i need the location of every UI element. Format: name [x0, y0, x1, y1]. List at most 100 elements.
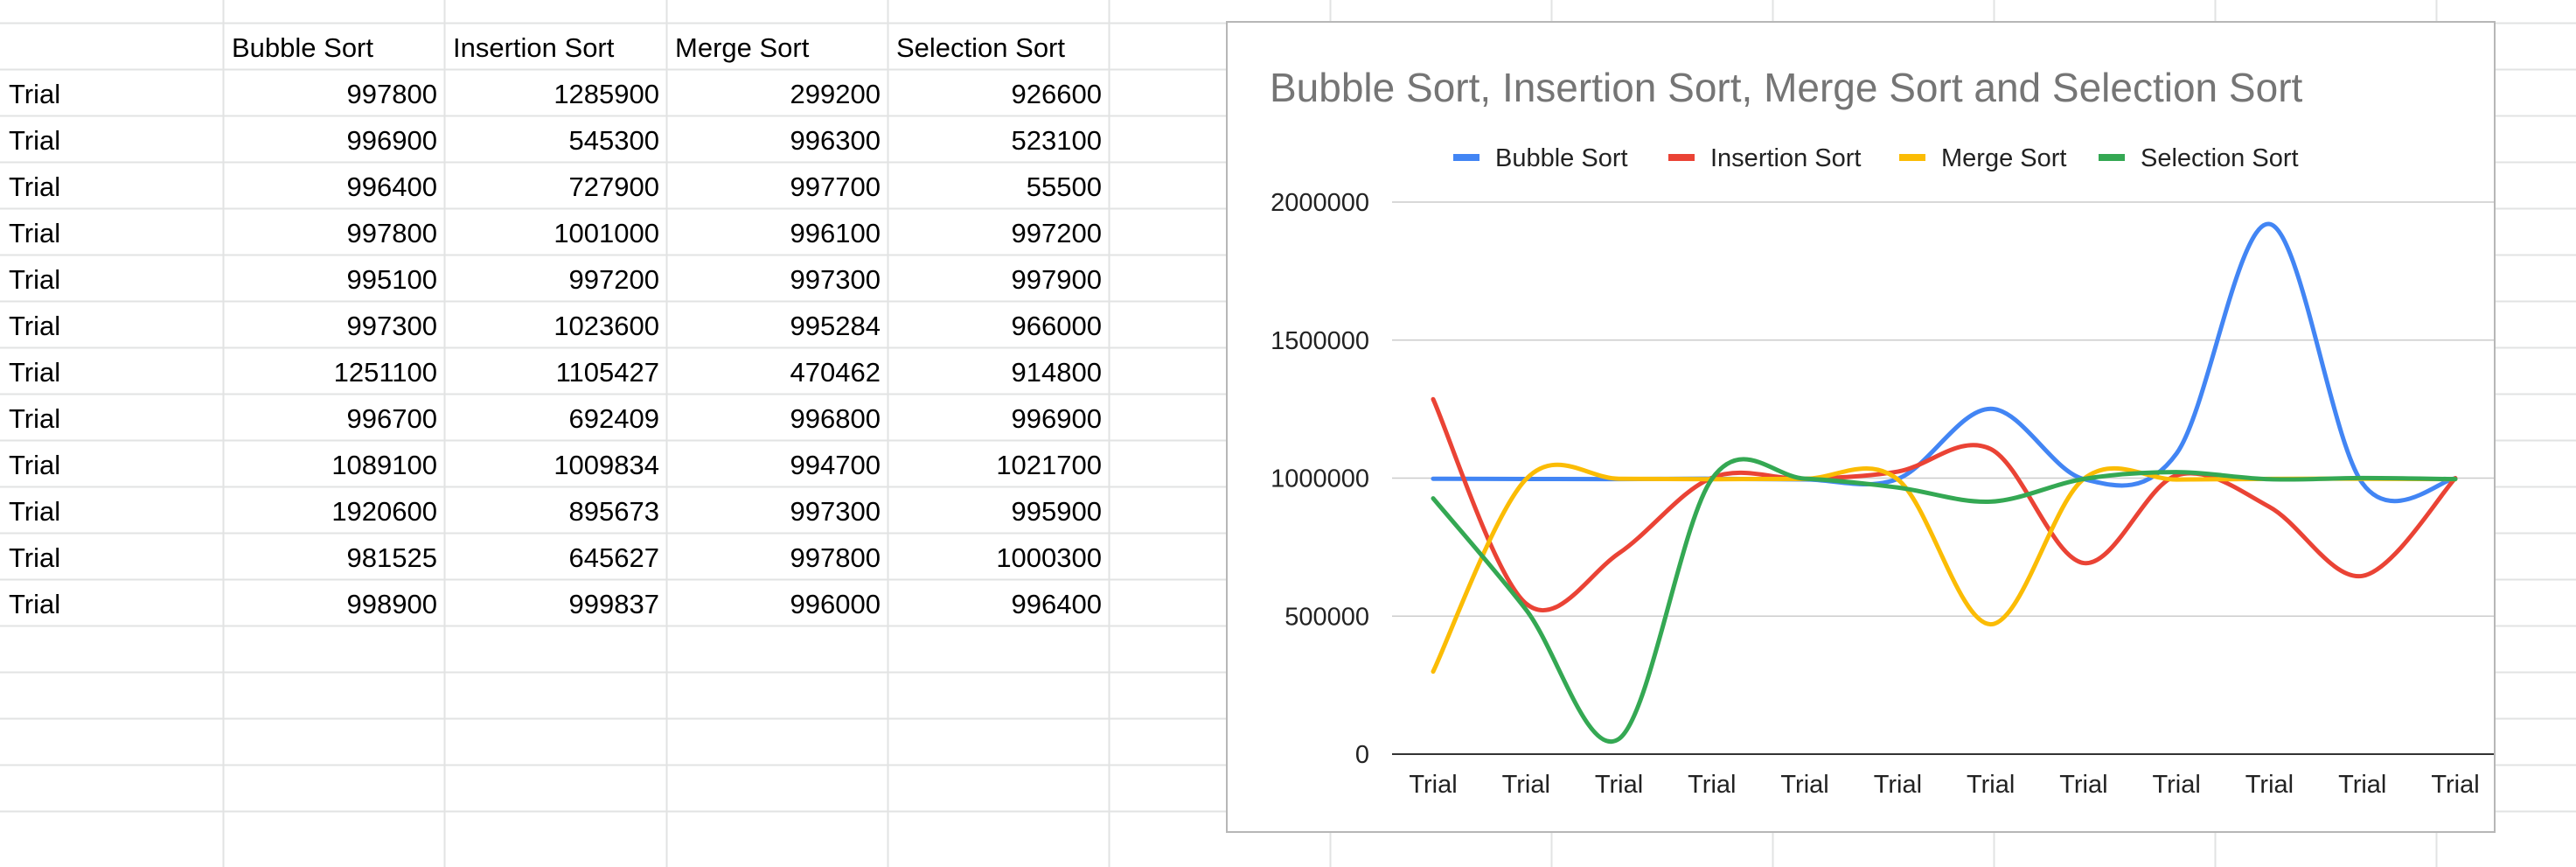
y-tick-label: 500000 — [1285, 603, 1369, 631]
value-cell[interactable]: 997800 — [347, 218, 437, 248]
x-tick-label: Trial — [2338, 771, 2386, 799]
table-row: Trial 997800 1001000 996100 997200 — [9, 218, 1102, 248]
header-cell[interactable]: Merge Sort — [675, 32, 810, 63]
series-line-selection-sort — [1431, 457, 2458, 744]
series-lines — [1431, 221, 2458, 744]
value-cell[interactable]: 895673 — [569, 496, 659, 527]
table-row: Trial 1920600 895673 997300 995900 — [9, 496, 1102, 527]
y-tick-label: 1000000 — [1271, 465, 1369, 493]
row-label-cell[interactable]: Trial — [9, 311, 60, 341]
value-cell[interactable]: 727900 — [569, 171, 659, 202]
y-tick-label: 1500000 — [1271, 327, 1369, 355]
x-tick-label: Trial — [1595, 771, 1643, 799]
value-cell[interactable]: 1000300 — [996, 542, 1102, 573]
series-line-bubble-sort — [1431, 221, 2458, 504]
x-tick-label: Trial — [1874, 771, 1922, 799]
x-tick-label: Trial — [1967, 771, 2015, 799]
value-cell[interactable]: 1001000 — [553, 218, 659, 248]
row-label-cell[interactable]: Trial — [9, 357, 60, 388]
legend-item-selection-sort[interactable]: Selection Sort — [2099, 144, 2299, 172]
value-cell[interactable]: 1920600 — [331, 496, 437, 527]
row-label-cell[interactable]: Trial — [9, 403, 60, 434]
value-cell[interactable]: 997800 — [347, 79, 437, 109]
x-tick-label: Trial — [2431, 771, 2479, 799]
legend-item-insertion-sort[interactable]: Insertion Sort — [1668, 144, 1861, 172]
value-cell[interactable]: 997200 — [569, 264, 659, 295]
value-cell[interactable]: 997800 — [790, 542, 881, 573]
value-cell[interactable]: 997300 — [347, 311, 437, 341]
value-cell[interactable]: 523100 — [1012, 125, 1102, 156]
value-cell[interactable]: 981525 — [347, 542, 437, 573]
y-tick-label: 0 — [1355, 741, 1369, 769]
value-cell[interactable]: 545300 — [569, 125, 659, 156]
legend-item-bubble-sort[interactable]: Bubble Sort — [1453, 144, 1628, 172]
value-cell[interactable]: 1285900 — [553, 79, 659, 109]
row-label-cell[interactable]: Trial — [9, 171, 60, 202]
header-cell[interactable]: Selection Sort — [896, 32, 1065, 63]
value-cell[interactable]: 1251100 — [334, 357, 437, 388]
table-row: Trial 1089100 1009834 994700 1021700 — [9, 450, 1102, 480]
value-cell[interactable]: 1009834 — [553, 450, 659, 480]
x-tick-label: Trial — [2245, 771, 2294, 799]
value-cell[interactable]: 996100 — [790, 218, 881, 248]
value-cell[interactable]: 997900 — [1012, 264, 1102, 295]
chart-panel[interactable]: Bubble Sort, Insertion Sort, Merge Sort … — [1226, 21, 2496, 833]
series-line-insertion-sort — [1431, 396, 2458, 612]
row-label-cell[interactable]: Trial — [9, 589, 60, 619]
value-cell[interactable]: 996700 — [347, 403, 437, 434]
legend-label: Merge Sort — [1941, 144, 2066, 172]
x-tick-label: Trial — [2059, 771, 2107, 799]
table-row: Trial 997800 1285900 299200 926600 — [9, 79, 1102, 109]
value-cell[interactable]: 996400 — [1012, 589, 1102, 619]
table-row: Trial 998900 999837 996000 996400 — [9, 589, 1102, 619]
row-label-cell[interactable]: Trial — [9, 450, 60, 480]
legend-item-merge-sort[interactable]: Merge Sort — [1899, 144, 2066, 172]
value-cell[interactable]: 1105427 — [556, 357, 659, 388]
value-cell[interactable]: 995900 — [1012, 496, 1102, 527]
value-cell[interactable]: 996900 — [1012, 403, 1102, 434]
chart-title: Bubble Sort, Insertion Sort, Merge Sort … — [1270, 65, 2303, 110]
value-cell[interactable]: 996300 — [790, 125, 881, 156]
legend-label: Insertion Sort — [1710, 144, 1861, 172]
table-row: Trial 995100 997200 997300 997900 — [9, 264, 1102, 295]
x-axis: Trial Trial Trial Trial Trial Trial Trial Trial… — [1409, 771, 2479, 799]
value-cell[interactable]: 996900 — [347, 125, 437, 156]
table-row: Trial 996700 692409 996800 996900 — [9, 403, 1102, 434]
value-cell[interactable]: 299200 — [790, 79, 881, 109]
value-cell[interactable]: 996800 — [790, 403, 881, 434]
header-cell[interactable]: Bubble Sort — [232, 32, 373, 63]
value-cell[interactable]: 997700 — [790, 171, 881, 202]
x-tick-label: Trial — [1502, 771, 1550, 799]
legend-label: Selection Sort — [2141, 144, 2299, 172]
row-label-cell[interactable]: Trial — [9, 542, 60, 573]
x-tick-label: Trial — [1780, 771, 1828, 799]
value-cell[interactable]: 996400 — [347, 171, 437, 202]
value-cell[interactable]: 997200 — [1012, 218, 1102, 248]
x-tick-label: Trial — [1409, 771, 1457, 799]
value-cell[interactable]: 470462 — [790, 357, 881, 388]
value-cell[interactable]: 914800 — [1012, 357, 1102, 388]
value-cell[interactable]: 966000 — [1012, 311, 1102, 341]
row-label-cell[interactable]: Trial — [9, 218, 60, 248]
row-label-cell[interactable]: Trial — [9, 496, 60, 527]
value-cell[interactable]: 999837 — [569, 589, 659, 619]
legend-label: Bubble Sort — [1495, 144, 1628, 172]
value-cell[interactable]: 645627 — [569, 542, 659, 573]
value-cell[interactable]: 996000 — [790, 589, 881, 619]
row-label-cell[interactable]: Trial — [9, 125, 60, 156]
value-cell[interactable]: 692409 — [569, 403, 659, 434]
value-cell[interactable]: 997300 — [790, 264, 881, 295]
value-cell[interactable]: 997300 — [790, 496, 881, 527]
value-cell[interactable]: 995100 — [347, 264, 437, 295]
value-cell[interactable]: 55500 — [1027, 171, 1102, 202]
value-cell[interactable]: 1023600 — [553, 311, 659, 341]
value-cell[interactable]: 1021700 — [996, 450, 1102, 480]
value-cell[interactable]: 995284 — [790, 311, 881, 341]
header-cell[interactable]: Insertion Sort — [453, 32, 615, 63]
value-cell[interactable]: 926600 — [1012, 79, 1102, 109]
row-label-cell[interactable]: Trial — [9, 264, 60, 295]
value-cell[interactable]: 1089100 — [331, 450, 437, 480]
value-cell[interactable]: 998900 — [347, 589, 437, 619]
value-cell[interactable]: 994700 — [790, 450, 881, 480]
row-label-cell[interactable]: Trial — [9, 79, 60, 109]
